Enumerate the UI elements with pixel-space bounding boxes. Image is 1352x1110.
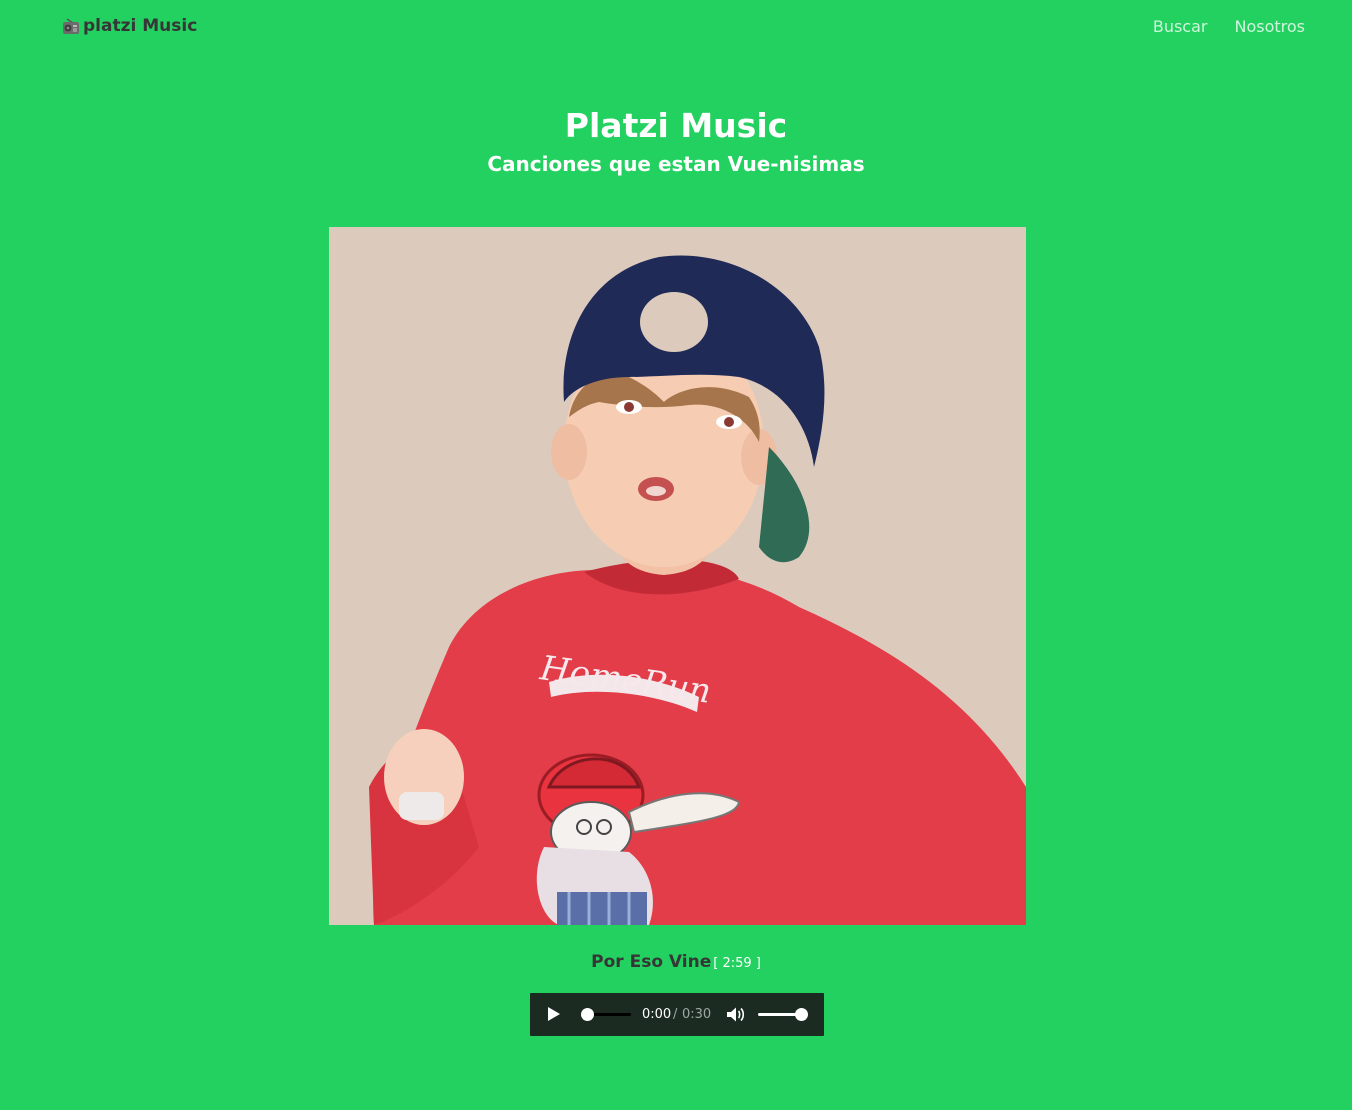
radio-icon	[62, 17, 80, 35]
progress-thumb[interactable]	[581, 1008, 594, 1021]
page-subtitle: Canciones que estan Vue-nisimas	[487, 152, 865, 176]
current-time: 0:00	[642, 1007, 672, 1022]
album-art-photo: HomeRun	[329, 227, 1026, 925]
brand-label: platzi Music	[83, 16, 198, 36]
track-duration: [ 2:59 ]	[713, 956, 761, 971]
time-separator: /	[673, 1007, 678, 1022]
brand-link[interactable]: platzi Music	[62, 16, 197, 36]
audio-player: 0:00 / 0:30	[530, 993, 824, 1036]
play-icon[interactable]	[548, 1007, 560, 1021]
volume-icon[interactable]	[726, 1006, 746, 1023]
track-name: Por Eso Vine	[591, 952, 712, 972]
nav-link-nosotros[interactable]: Nosotros	[1234, 17, 1305, 36]
navbar: platzi Music Buscar Nosotros	[0, 0, 1352, 56]
nav-links: Buscar Nosotros	[1153, 17, 1305, 36]
volume-thumb[interactable]	[795, 1008, 808, 1021]
nav-link-buscar[interactable]: Buscar	[1153, 17, 1208, 36]
page-title: Platzi Music	[564, 106, 788, 145]
total-time: 0:30	[682, 1007, 712, 1022]
album-art-illustration: HomeRun	[329, 227, 1026, 925]
track-info: Por Eso Vine[ 2:59 ]	[0, 952, 1352, 972]
